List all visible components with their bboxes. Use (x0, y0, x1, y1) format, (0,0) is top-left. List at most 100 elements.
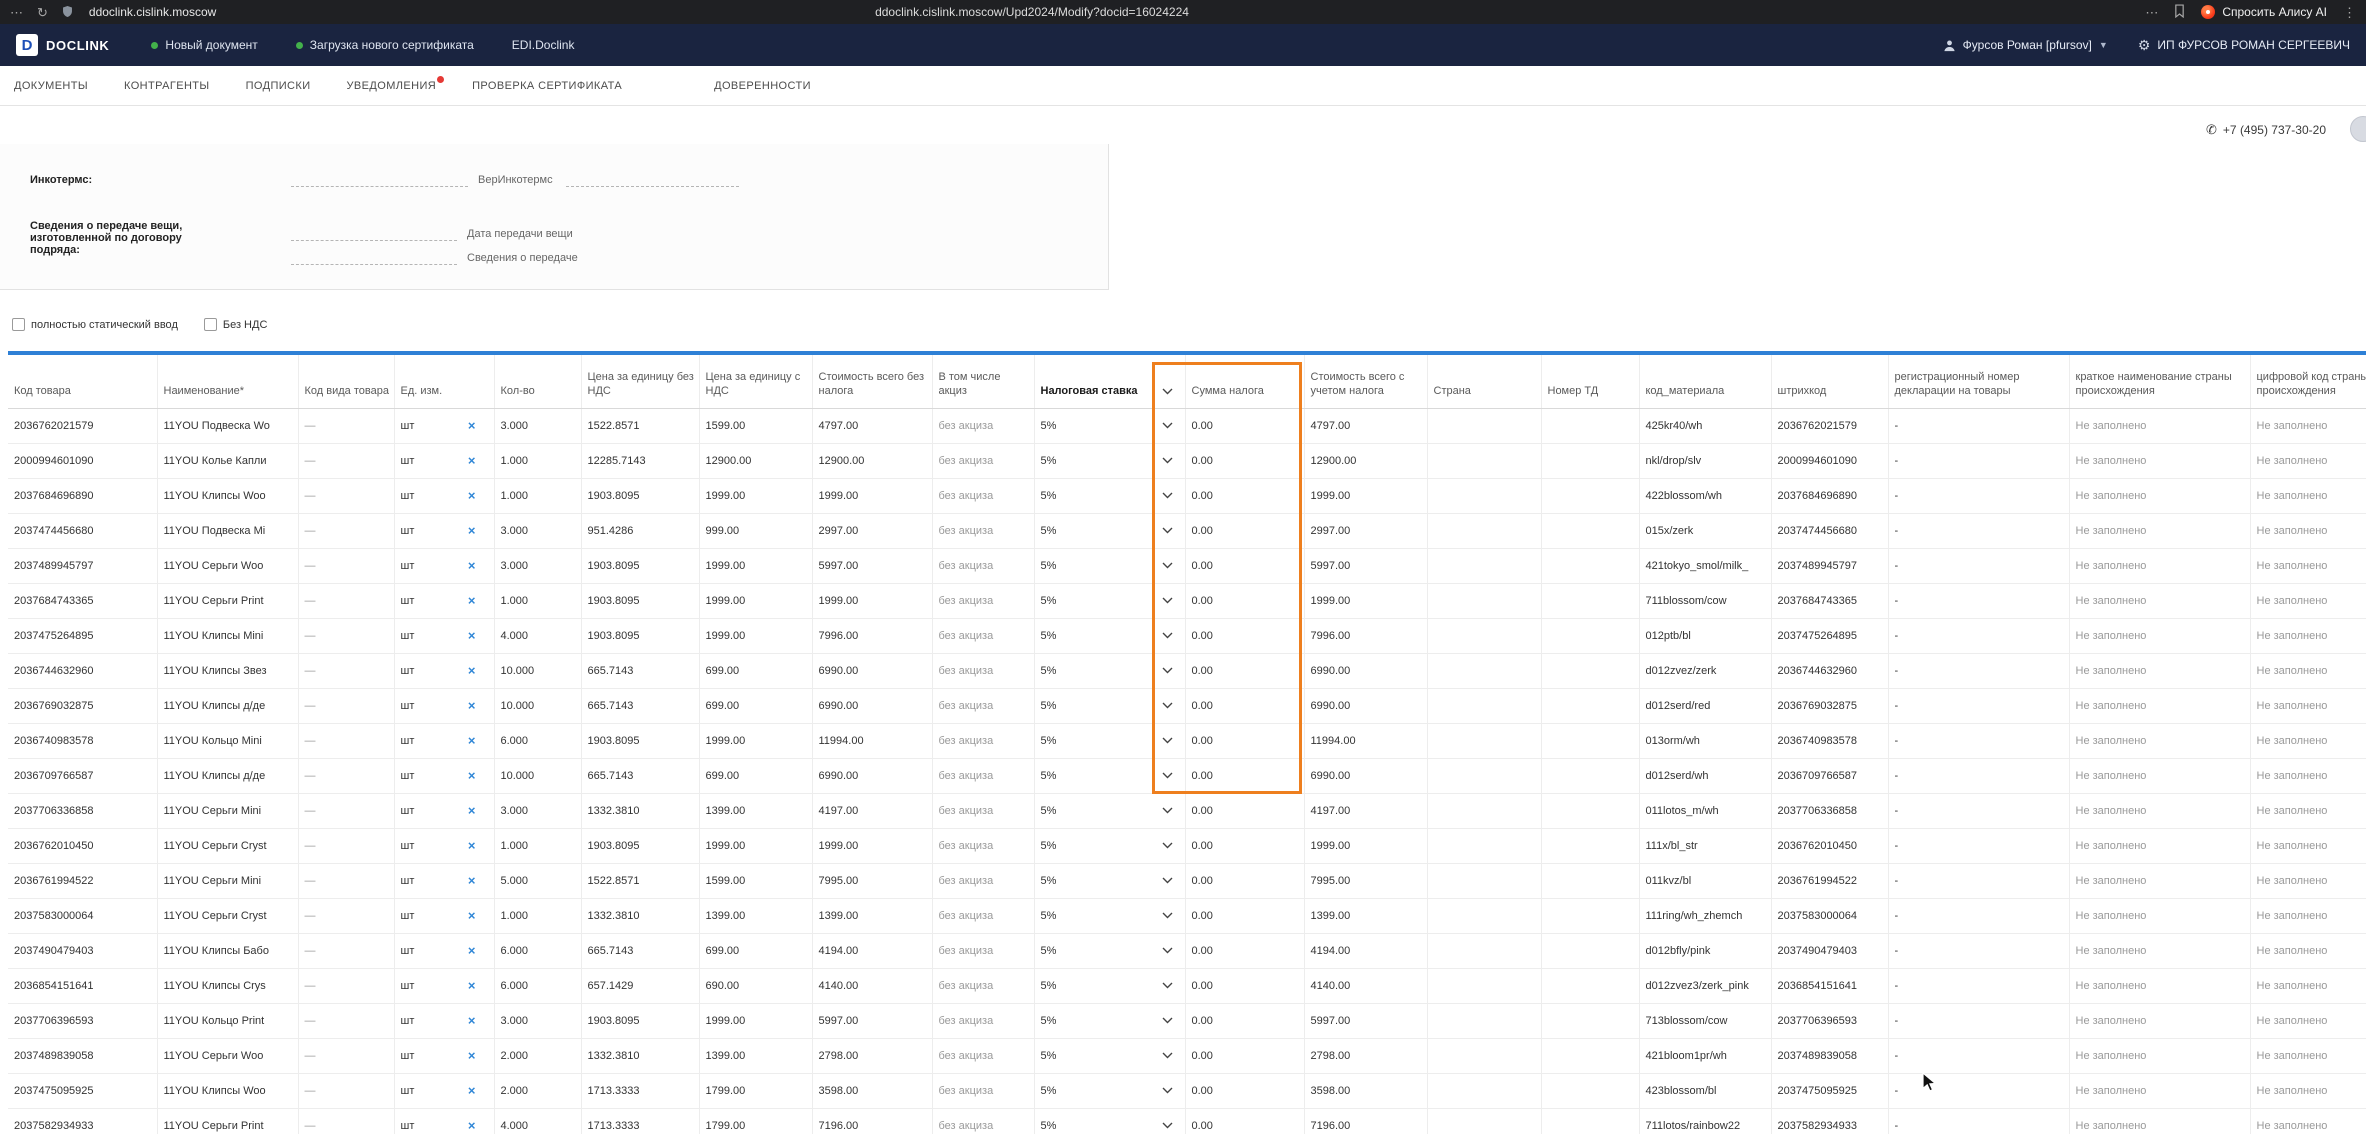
cell-unit[interactable]: шт× (394, 1073, 494, 1108)
cell-price_no_vat[interactable]: 1903.8095 (581, 618, 699, 653)
cell-reg_declaration[interactable]: - (1888, 1038, 2069, 1073)
cell-tax_sum[interactable]: 0.00 (1185, 548, 1304, 583)
cell-material_code[interactable]: d012zvez/zerk (1639, 653, 1771, 688)
address-bar[interactable]: ddoclink.cislink.moscow (89, 5, 216, 19)
col-tax_rate[interactable]: Налоговая ставка (1034, 355, 1185, 408)
tax-rate-select[interactable]: 5% (1034, 933, 1185, 968)
cell-reg_declaration[interactable]: - (1888, 1108, 2069, 1134)
cell-country[interactable] (1427, 1038, 1541, 1073)
cell-price_with_vat[interactable]: 1999.00 (699, 1003, 812, 1038)
cell-barcode[interactable]: 2037706336858 (1771, 793, 1888, 828)
cell-kind_code[interactable]: — (298, 898, 394, 933)
cell-country[interactable] (1427, 513, 1541, 548)
cell-tax_sum[interactable]: 0.00 (1185, 653, 1304, 688)
cell-unit[interactable]: шт× (394, 618, 494, 653)
cell-unit[interactable]: шт× (394, 443, 494, 478)
cell-material_code[interactable]: 425kr40/wh (1639, 408, 1771, 443)
cell-price_no_vat[interactable]: 1332.3810 (581, 898, 699, 933)
cell-tax_sum[interactable]: 0.00 (1185, 898, 1304, 933)
cell-price_with_vat[interactable]: 1999.00 (699, 828, 812, 863)
cell-country[interactable] (1427, 443, 1541, 478)
cell-td_number[interactable] (1541, 688, 1639, 723)
menu-item-powers-of-attorney[interactable]: ДОВЕРЕННОСТИ (714, 80, 811, 92)
cell-qty[interactable]: 10.000 (494, 758, 581, 793)
cell-reg_declaration[interactable]: - (1888, 688, 2069, 723)
cell-name[interactable]: 11YOU Серьги Print (157, 583, 298, 618)
cell-td_number[interactable] (1541, 548, 1639, 583)
cell-country[interactable] (1427, 828, 1541, 863)
cell-reg_declaration[interactable]: - (1888, 478, 2069, 513)
cell-name[interactable]: 11YOU Клипсы Звез (157, 653, 298, 688)
cell-kind_code[interactable]: — (298, 863, 394, 898)
cell-kind_code[interactable]: — (298, 548, 394, 583)
cell-reg_declaration[interactable]: - (1888, 758, 2069, 793)
tax-rate-select[interactable]: 5% (1034, 898, 1185, 933)
cell-qty[interactable]: 5.000 (494, 863, 581, 898)
incoterms-version-input[interactable] (566, 170, 739, 187)
cell-price_no_vat[interactable]: 1903.8095 (581, 478, 699, 513)
cell-price_with_vat[interactable]: 699.00 (699, 688, 812, 723)
cell-price_no_vat[interactable]: 657.1429 (581, 968, 699, 1003)
tax-rate-select[interactable]: 5% (1034, 583, 1185, 618)
cell-material_code[interactable]: d012zvez3/zerk_pink (1639, 968, 1771, 1003)
cell-price_with_vat[interactable]: 699.00 (699, 653, 812, 688)
cell-price_with_vat[interactable]: 1999.00 (699, 723, 812, 758)
cell-td_number[interactable] (1541, 828, 1639, 863)
cell-country[interactable] (1427, 408, 1541, 443)
cell-barcode[interactable]: 2036709766587 (1771, 758, 1888, 793)
cell-barcode[interactable]: 2037684743365 (1771, 583, 1888, 618)
remove-item-icon[interactable]: × (468, 804, 476, 817)
cell-reg_declaration[interactable]: - (1888, 723, 2069, 758)
cell-name[interactable]: 11YOU Серьги Mini (157, 793, 298, 828)
doclink-logo[interactable]: D DOCLINK (16, 34, 109, 56)
cell-td_number[interactable] (1541, 583, 1639, 618)
cell-barcode[interactable]: 2037684696890 (1771, 478, 1888, 513)
cell-unit[interactable]: шт× (394, 828, 494, 863)
cell-name[interactable]: 11YOU Серьги Woo (157, 1038, 298, 1073)
cell-reg_declaration[interactable]: - (1888, 653, 2069, 688)
cell-kind_code[interactable]: — (298, 1073, 394, 1108)
cell-reg_declaration[interactable]: - (1888, 1073, 2069, 1108)
cell-name[interactable]: 11YOU Кольцо Mini (157, 723, 298, 758)
cell-kind_code[interactable]: — (298, 758, 394, 793)
cell-td_number[interactable] (1541, 478, 1639, 513)
cell-unit[interactable]: шт× (394, 548, 494, 583)
cell-name[interactable]: 11YOU Колье Капли (157, 443, 298, 478)
cell-country[interactable] (1427, 1108, 1541, 1134)
cell-barcode[interactable]: 2036762021579 (1771, 408, 1888, 443)
cell-kind_code[interactable]: — (298, 408, 394, 443)
cell-country[interactable] (1427, 1003, 1541, 1038)
cell-code[interactable]: 2036744632960 (8, 653, 157, 688)
cell-price_no_vat[interactable]: 1332.3810 (581, 793, 699, 828)
cell-code[interactable]: 2036762010450 (8, 828, 157, 863)
transfer-date-input[interactable] (291, 224, 457, 241)
cell-code[interactable]: 2036854151641 (8, 968, 157, 1003)
cell-td_number[interactable] (1541, 618, 1639, 653)
cell-reg_declaration[interactable]: - (1888, 968, 2069, 1003)
cell-country[interactable] (1427, 688, 1541, 723)
cell-td_number[interactable] (1541, 758, 1639, 793)
cell-td_number[interactable] (1541, 968, 1639, 1003)
cell-unit[interactable]: шт× (394, 653, 494, 688)
cell-barcode[interactable]: 2037583000064 (1771, 898, 1888, 933)
cell-tax_sum[interactable]: 0.00 (1185, 1108, 1304, 1134)
cell-barcode[interactable]: 2037490479403 (1771, 933, 1888, 968)
cell-kind_code[interactable]: — (298, 1108, 394, 1134)
cell-barcode[interactable]: 2036744632960 (1771, 653, 1888, 688)
tax-rate-select[interactable]: 5% (1034, 1073, 1185, 1108)
menu-item-notifications[interactable]: УВЕДОМЛЕНИЯ (347, 80, 437, 92)
cell-td_number[interactable] (1541, 513, 1639, 548)
cell-material_code[interactable]: 713blossom/cow (1639, 1003, 1771, 1038)
cell-tax_sum[interactable]: 0.00 (1185, 723, 1304, 758)
cell-name[interactable]: 11YOU Подвеска Wo (157, 408, 298, 443)
cell-code[interactable]: 2037475264895 (8, 618, 157, 653)
tax-rate-select[interactable]: 5% (1034, 513, 1185, 548)
cell-name[interactable]: 11YOU Клипсы Бабо (157, 933, 298, 968)
cell-barcode[interactable]: 2037475264895 (1771, 618, 1888, 653)
remove-item-icon[interactable]: × (468, 1119, 476, 1132)
cell-material_code[interactable]: 013orm/wh (1639, 723, 1771, 758)
cell-tax_sum[interactable]: 0.00 (1185, 793, 1304, 828)
cell-barcode[interactable]: 2036854151641 (1771, 968, 1888, 1003)
tax-rate-select[interactable]: 5% (1034, 548, 1185, 583)
cell-material_code[interactable]: 111ring/wh_zhemch (1639, 898, 1771, 933)
